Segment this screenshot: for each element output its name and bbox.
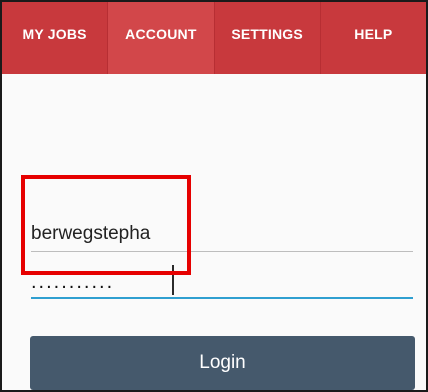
account-content: Login: [2, 74, 426, 390]
tab-help[interactable]: HELP: [321, 2, 426, 74]
login-button[interactable]: Login: [30, 336, 415, 390]
tab-my-jobs[interactable]: MY JOBS: [2, 2, 109, 74]
app-screen: MY JOBS ACCOUNT SETTINGS HELP Login: [0, 0, 428, 392]
tab-account[interactable]: ACCOUNT: [108, 2, 215, 74]
tab-settings[interactable]: SETTINGS: [215, 2, 321, 74]
username-field[interactable]: [31, 221, 413, 252]
text-cursor: [172, 265, 174, 295]
password-field[interactable]: [31, 269, 413, 299]
tab-bar: MY JOBS ACCOUNT SETTINGS HELP: [2, 2, 426, 74]
